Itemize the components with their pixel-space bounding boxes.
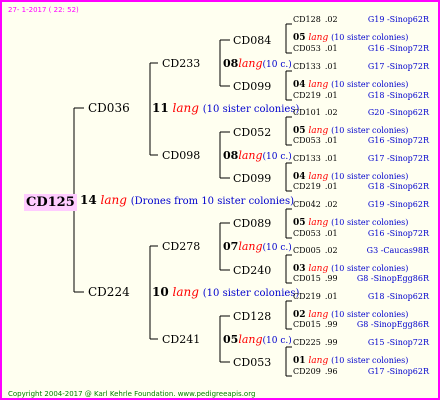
pedigree-chart: 27- 1-2017 ( 22: 52) CD125 14 lang (Dron…: [0, 0, 440, 400]
gen4-num: .01: [324, 229, 338, 238]
gen1-info: 11 lang (10 sister colonies): [152, 101, 300, 115]
gen4-code: CD219: [293, 91, 321, 100]
root-count: 14: [80, 193, 97, 207]
gen4-num: .99: [324, 274, 338, 283]
gen4-num: .99: [324, 320, 338, 329]
gen2-info: 08lang(10 c.): [223, 57, 292, 70]
gen4-sire: G8 -SinopEgg86R: [356, 274, 429, 283]
gen2-code: CD233: [162, 57, 201, 70]
gen4-num: .01: [324, 136, 338, 145]
root-lang: lang: [100, 193, 127, 207]
gen4-code: CD209: [293, 367, 321, 376]
gen4-code: CD005: [293, 246, 321, 255]
gen2-code: CD241: [162, 333, 201, 346]
gen3-code: CD128: [233, 310, 272, 323]
gen4-code: CD133: [293, 154, 321, 163]
gen4-sire: G16 -Sinop72R: [367, 229, 429, 238]
gen4-num: .02: [324, 246, 338, 255]
gen3-code: CD240: [233, 264, 272, 277]
gen2-code: CD098: [162, 149, 201, 162]
gen4-code: CD053: [293, 44, 321, 53]
gen4-code: CD101: [293, 108, 321, 117]
gen4-num: .02: [324, 200, 338, 209]
gen4-sire: G16 -Sinop72R: [367, 44, 429, 53]
gen3-info: 01 lang (10 sister colonies): [293, 356, 409, 366]
root-note: (Drones from 10 sister colonies): [130, 196, 295, 207]
gen3-code: CD053: [233, 356, 272, 369]
copyright-footer: Copyright 2004-2017 @ Karl Kehrle Founda…: [8, 390, 256, 398]
gen4-code: CD053: [293, 229, 321, 238]
gen4-code: CD128: [293, 15, 321, 24]
gen4-code: CD219: [293, 182, 321, 191]
gen4-sire: G17 -Sinop72R: [367, 62, 429, 71]
gen4-sire: G18 -Sinop62R: [367, 91, 429, 100]
gen3-info: 05 lang (10 sister colonies): [293, 126, 409, 136]
gen1-info: 10 lang (10 sister colonies): [152, 285, 300, 299]
gen4-sire: G19 -Sinop62R: [367, 200, 429, 209]
root-node: CD125: [24, 193, 77, 211]
gen4-num: .99: [324, 338, 338, 347]
gen4-sire: G8 -SinopEgg86R: [356, 320, 429, 329]
gen3-info: 02 lang (10 sister colonies): [293, 310, 409, 320]
gen3-code: CD084: [233, 34, 272, 47]
gen4-sire: G19 -Sinop62R: [367, 15, 429, 24]
gen4-sire: G20 -Sinop62R: [367, 108, 429, 117]
gen4-code: CD053: [293, 136, 321, 145]
gen4-code: CD042: [293, 200, 321, 209]
gen3-info: 05 lang (10 sister colonies): [293, 33, 409, 43]
gen3-info: 04 lang (10 sister colonies): [293, 172, 409, 182]
gen4-sire: G18 -Sinop62R: [367, 182, 429, 191]
gen4-sire: G18 -Sinop62R: [367, 292, 429, 301]
root-code: CD125: [24, 194, 77, 211]
gen3-info: 03 lang (10 sister colonies): [293, 264, 409, 274]
gen3-code: CD099: [233, 172, 272, 185]
root-info: 14 lang (Drones from 10 sister colonies): [80, 194, 294, 207]
gen4-code: CD133: [293, 62, 321, 71]
gen4-sire: G17 -Sinop72R: [367, 154, 429, 163]
gen3-code: CD099: [233, 80, 272, 93]
gen2-info: 05lang(10 c.): [223, 333, 292, 346]
timestamp: 27- 1-2017 ( 22: 52): [8, 6, 79, 14]
gen3-code: CD089: [233, 217, 272, 230]
gen4-num: .01: [324, 292, 338, 301]
gen4-sire: G3 -Caucas98R: [366, 246, 429, 255]
gen3-code: CD052: [233, 126, 272, 139]
gen4-num: .02: [324, 15, 338, 24]
gen4-code: CD015: [293, 320, 321, 329]
gen4-code: CD225: [293, 338, 321, 347]
gen2-info: 07lang(10 c.): [223, 240, 292, 253]
gen4-num: .96: [324, 367, 338, 376]
gen4-num: .01: [324, 62, 338, 71]
gen4-num: .01: [324, 91, 338, 100]
gen1-code: CD036: [88, 101, 130, 115]
gen2-code: CD278: [162, 240, 201, 253]
gen4-num: .02: [324, 108, 338, 117]
gen4-num: .01: [324, 182, 338, 191]
gen4-sire: G17 -Sinop62R: [367, 367, 429, 376]
gen2-info: 08lang(10 c.): [223, 149, 292, 162]
gen4-sire: G16 -Sinop72R: [367, 136, 429, 145]
gen3-info: 05 lang (10 sister colonies): [293, 218, 409, 228]
gen4-code: CD219: [293, 292, 321, 301]
gen4-sire: G15 -Sinop72R: [367, 338, 429, 347]
gen4-num: .01: [324, 44, 338, 53]
gen4-code: CD015: [293, 274, 321, 283]
gen3-info: 04 lang (10 sister colonies): [293, 80, 409, 90]
gen4-num: .01: [324, 154, 338, 163]
gen1-code: CD224: [88, 285, 130, 299]
